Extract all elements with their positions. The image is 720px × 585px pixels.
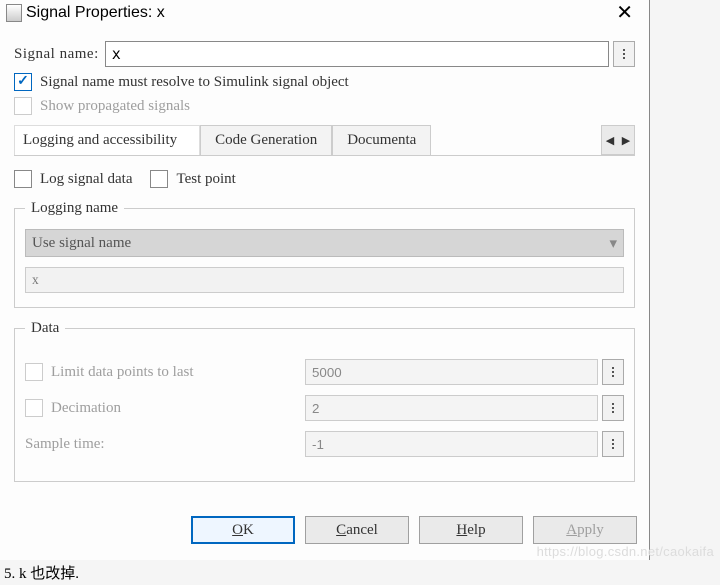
tab-documentation[interactable]: Documenta: [332, 125, 431, 155]
decimation-checkbox: [25, 399, 43, 417]
decimation-label: Decimation: [51, 400, 121, 417]
log-signal-label: Log signal data: [40, 171, 132, 188]
test-point-label: Test point: [176, 171, 235, 188]
signal-name-action-button[interactable]: [613, 41, 635, 67]
dialog-window: Signal Properties: x ✕ Signal name: Sign…: [0, 0, 650, 560]
footer-text: 5. k 也改掉.: [4, 562, 79, 583]
log-signal-checkbox[interactable]: [14, 170, 32, 188]
chevron-down-icon: ▾: [609, 234, 617, 253]
sample-time-input: [305, 431, 598, 457]
limit-label: Limit data points to last: [51, 364, 194, 381]
signal-name-input[interactable]: [105, 41, 609, 67]
logging-name-mode-value: Use signal name: [32, 235, 131, 252]
tab-scroll[interactable]: ◀ ▶: [601, 125, 635, 155]
close-button[interactable]: ✕: [606, 0, 643, 25]
apply-button: Apply: [533, 516, 637, 544]
window-title: Signal Properties: x: [26, 4, 165, 22]
watermark: https://blog.csdn.net/caokaifa: [537, 544, 714, 559]
limit-input: [305, 359, 598, 385]
limit-checkbox: [25, 363, 43, 381]
decimation-input: [305, 395, 598, 421]
show-propagated-checkbox: [14, 97, 32, 115]
app-icon: [6, 4, 22, 22]
logging-name-value: [25, 267, 624, 293]
titlebar: Signal Properties: x ✕: [0, 0, 649, 29]
tab-scroll-left-icon[interactable]: ◀: [602, 126, 618, 154]
decimation-action-button: [602, 395, 624, 421]
tab-codegen[interactable]: Code Generation: [200, 125, 332, 155]
data-legend: Data: [25, 320, 65, 337]
sample-time-label: Sample time:: [25, 436, 105, 453]
signal-name-label: Signal name:: [14, 46, 99, 63]
limit-action-button: [602, 359, 624, 385]
logging-name-mode-select: Use signal name ▾: [25, 229, 624, 257]
data-group: Data Limit data points to last Decimatio…: [14, 320, 635, 482]
cancel-button[interactable]: Cancel: [305, 516, 409, 544]
tab-logging[interactable]: Logging and accessibility: [14, 125, 200, 155]
logging-name-legend: Logging name: [25, 200, 124, 217]
tabstrip: Logging and accessibility Code Generatio…: [14, 125, 635, 155]
resolve-label: Signal name must resolve to Simulink sig…: [40, 74, 349, 91]
test-point-checkbox[interactable]: [150, 170, 168, 188]
tab-scroll-right-icon[interactable]: ▶: [618, 126, 634, 154]
show-propagated-label: Show propagated signals: [40, 98, 190, 115]
resolve-checkbox[interactable]: [14, 73, 32, 91]
sample-time-action-button: [602, 431, 624, 457]
help-button[interactable]: Help: [419, 516, 523, 544]
logging-name-group: Logging name Use signal name ▾: [14, 200, 635, 308]
ok-button[interactable]: OK: [191, 516, 295, 544]
